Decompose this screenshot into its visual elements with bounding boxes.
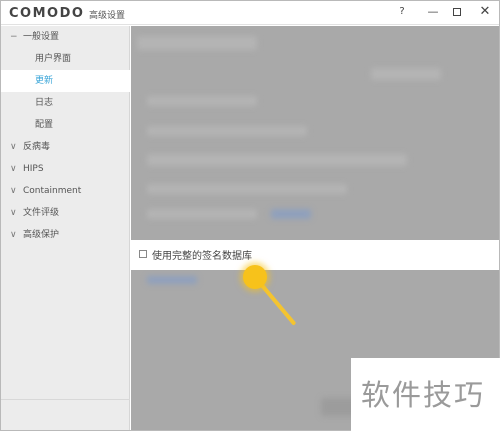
blurred-text (147, 96, 257, 106)
sidebar-item-containment[interactable]: ∨ Containment (1, 180, 130, 202)
sidebar-item-label: 反病毒 (23, 142, 51, 152)
sidebar-divider (1, 399, 130, 400)
help-button[interactable]: ? (393, 4, 411, 20)
title-bar: COMODO 高级设置 ? — ✕ (1, 1, 499, 25)
sidebar: − 一般设置 用户界面 更新 日志 配置 ∨ 反病毒 ∨ HIPS ∨ Cont… (1, 26, 130, 430)
sidebar-item-label: 日志 (35, 98, 54, 108)
blurred-heading (137, 36, 257, 50)
sidebar-item-file-rating[interactable]: ∨ 文件评级 (1, 202, 130, 224)
sidebar-item-configuration[interactable]: 配置 (1, 114, 130, 136)
chevron-down-icon: ∨ (10, 186, 17, 196)
full-signature-db-checkbox[interactable] (139, 250, 147, 258)
blurred-text (147, 209, 257, 219)
collapse-icon: − (10, 32, 18, 42)
comodo-logo: COMODO (9, 6, 85, 21)
watermark-text: 软件技巧 (361, 378, 486, 412)
sidebar-item-label: 更新 (35, 76, 54, 86)
click-indicator-icon (243, 265, 267, 289)
blurred-text (371, 68, 441, 80)
close-button[interactable]: ✕ (476, 4, 494, 20)
sidebar-item-label: Containment (23, 186, 82, 196)
chevron-down-icon: ∨ (10, 142, 17, 152)
settings-window: COMODO 高级设置 ? — ✕ − 一般设置 用户界面 更新 日志 配置 ∨… (0, 0, 500, 431)
sidebar-item-antivirus[interactable]: ∨ 反病毒 (1, 136, 130, 158)
blurred-text (147, 154, 407, 166)
sidebar-item-label: 用户界面 (35, 54, 72, 64)
sidebar-item-label: HIPS (23, 164, 44, 174)
blurred-link (147, 276, 197, 284)
blurred-link (271, 209, 311, 219)
blurred-text (147, 184, 347, 194)
sidebar-item-hips[interactable]: ∨ HIPS (1, 158, 130, 180)
full-signature-db-option[interactable]: 使用完整的签名数据库 (131, 240, 499, 270)
sidebar-item-advanced-protection[interactable]: ∨ 高级保护 (1, 224, 130, 246)
sidebar-item-updates[interactable]: 更新 (1, 70, 130, 92)
chevron-down-icon: ∨ (10, 208, 17, 218)
sidebar-item-label: 一般设置 (23, 32, 60, 42)
chevron-down-icon: ∨ (10, 230, 17, 240)
chevron-down-icon: ∨ (10, 164, 17, 174)
minimize-button[interactable]: — (424, 4, 442, 20)
blurred-text (147, 126, 307, 136)
sidebar-item-logs[interactable]: 日志 (1, 92, 130, 114)
sidebar-item-label: 高级保护 (23, 230, 60, 240)
maximize-button[interactable] (448, 4, 466, 20)
maximize-icon (453, 8, 461, 16)
sidebar-item-label: 配置 (35, 120, 54, 130)
sidebar-item-general-settings[interactable]: − 一般设置 (1, 26, 130, 48)
window-title: 高级设置 (89, 11, 126, 21)
sidebar-item-label: 文件评级 (23, 208, 60, 218)
full-signature-db-label: 使用完整的签名数据库 (152, 251, 252, 262)
watermark: 软件技巧 (351, 358, 500, 431)
sidebar-item-user-interface[interactable]: 用户界面 (1, 48, 130, 70)
